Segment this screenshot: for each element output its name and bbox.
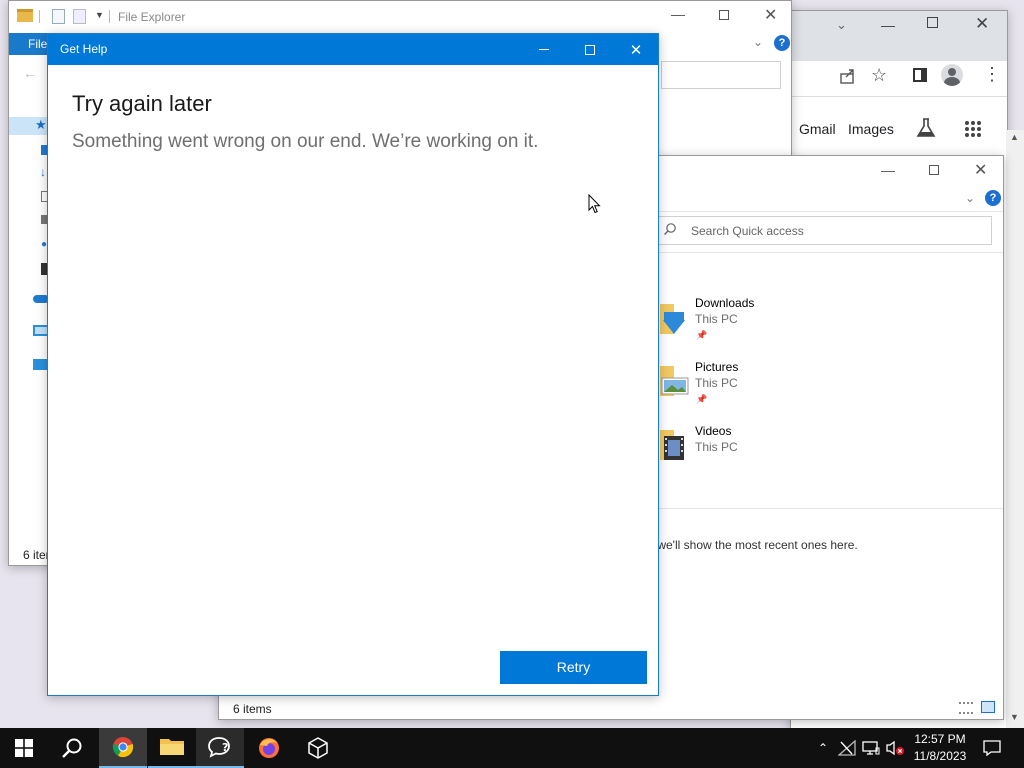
images-link[interactable]: Images <box>848 121 894 137</box>
explorer-front-status: 6 items <box>233 702 272 716</box>
explorer-back-minimize-button[interactable]: — <box>671 6 685 22</box>
display-icon[interactable] <box>860 728 882 768</box>
large-icons-view-icon[interactable] <box>981 701 995 713</box>
chrome-minimize-button[interactable]: — <box>881 17 895 33</box>
share-icon[interactable] <box>839 67 857 85</box>
firefox-taskbar-button[interactable] <box>245 728 293 768</box>
search-icon <box>62 738 82 758</box>
list-item[interactable]: Downloads This PC 📌 <box>660 296 1000 356</box>
pin-icon: 📌 <box>696 330 708 340</box>
clock-time: 12:57 PM <box>914 732 966 746</box>
chrome-toolbar <box>791 61 1007 97</box>
scroll-up-arrow-icon[interactable]: ▲ <box>1010 132 1019 142</box>
mouse-cursor-icon <box>588 194 601 214</box>
explorer-back-title: File Explorer <box>118 10 186 24</box>
chrome-menu-icon[interactable]: ⋮ <box>983 65 1001 83</box>
explorer-front-maximize-button[interactable] <box>929 165 939 175</box>
folder-icon <box>17 9 33 22</box>
clock-date: 11/8/2023 <box>913 749 967 763</box>
clock[interactable]: 12:57 PM 11/8/2023 <box>908 731 972 767</box>
explorer-back-sidebar: ★ ↓ ● <box>9 111 49 371</box>
volume-muted-icon[interactable] <box>884 728 906 768</box>
quick-access-star-icon[interactable]: ★ <box>35 117 47 133</box>
chrome-maximize-button[interactable] <box>927 17 938 28</box>
explorer-front-minimize-button[interactable]: — <box>881 162 895 178</box>
3d-viewer-taskbar-button[interactable] <box>294 728 342 768</box>
svg-text:?: ? <box>222 741 228 754</box>
get-help-window: Get Help ✕ Try again later Something wen… <box>47 33 659 696</box>
chevron-down-icon[interactable]: ⌄ <box>836 17 847 33</box>
customize-toolbar-icon[interactable]: ▼ <box>95 10 104 20</box>
search-placeholder: Search Quick access <box>691 224 804 238</box>
list-item[interactable]: Videos This PC <box>660 424 1000 484</box>
help-icon[interactable]: ? <box>774 35 790 51</box>
get-help-title: Get Help <box>60 42 108 56</box>
explorer-back-status: 6 iter <box>23 548 50 562</box>
windows-logo-icon <box>15 739 33 757</box>
item-name: Downloads <box>695 296 755 310</box>
pin-icon: 📌 <box>696 394 708 404</box>
item-location: This PC <box>695 312 738 326</box>
item-location: This PC <box>695 376 738 390</box>
explorer-back-close-button[interactable]: ✕ <box>764 5 777 25</box>
start-button[interactable] <box>0 728 48 768</box>
get-help-close-button[interactable]: ✕ <box>613 34 658 65</box>
item-name: Pictures <box>695 360 739 374</box>
search-labs-icon[interactable] <box>915 117 937 139</box>
file-tab[interactable]: File <box>9 33 51 55</box>
list-item[interactable]: Pictures This PC 📌 <box>660 360 1000 420</box>
apps-grid-icon[interactable] <box>964 120 982 138</box>
videos-folder-icon <box>660 426 688 462</box>
explorer-back-maximize-button[interactable] <box>719 10 729 20</box>
get-help-icon: ? <box>208 737 230 758</box>
bookmark-star-icon[interactable]: ☆ <box>871 65 887 86</box>
titlebar-divider <box>109 10 110 23</box>
get-help-maximize-button[interactable] <box>567 34 613 65</box>
ribbon-expand-icon[interactable]: ⌄ <box>965 191 975 205</box>
pictures-folder-icon <box>660 362 690 398</box>
taskbar: ? ⌃ 12:57 PM 11/8/2023 <box>0 728 1024 768</box>
show-hidden-icons-button[interactable]: ⌃ <box>812 728 834 768</box>
error-message: Something went wrong on our end. We’re w… <box>72 131 539 152</box>
quick-access-list: Downloads This PC 📌 Pictures This PC 📌 V… <box>660 296 1003 496</box>
cube-icon <box>308 737 328 759</box>
notification-icon <box>983 740 1001 756</box>
profile-avatar-icon[interactable] <box>941 64 963 86</box>
help-icon[interactable]: ? <box>985 190 1001 206</box>
get-help-minimize-button[interactable] <box>521 34 567 65</box>
search-quick-access-input[interactable]: Search Quick access <box>655 216 992 245</box>
back-arrow-icon[interactable]: ← <box>23 65 37 81</box>
search-button[interactable] <box>48 728 96 768</box>
explorer-front-close-button[interactable]: ✕ <box>974 160 987 180</box>
downloads-folder-icon <box>660 298 686 334</box>
chrome-close-button[interactable]: ✕ <box>975 14 989 34</box>
error-heading: Try again later <box>72 91 212 116</box>
details-view-icon[interactable] <box>959 702 973 714</box>
chrome-icon <box>112 737 134 758</box>
explorer-back-search-box[interactable] <box>661 61 781 89</box>
new-folder-icon[interactable] <box>73 9 86 24</box>
get-help-taskbar-button[interactable]: ? <box>196 728 244 768</box>
properties-icon[interactable] <box>52 9 65 24</box>
item-location: This PC <box>695 440 738 454</box>
search-icon <box>663 222 677 236</box>
side-panel-icon[interactable] <box>913 68 927 82</box>
ribbon-expand-icon[interactable]: ⌄ <box>753 35 763 49</box>
firefox-icon <box>259 738 279 758</box>
scroll-down-arrow-icon[interactable]: ▼ <box>1010 712 1019 722</box>
titlebar-divider <box>39 10 40 23</box>
recent-files-message: es, we'll show the most recent ones here… <box>638 538 858 552</box>
page-scrollbar[interactable]: ▲ ▼ <box>1006 130 1024 728</box>
action-center-button[interactable] <box>980 728 1004 768</box>
network-disconnected-icon[interactable] <box>836 728 858 768</box>
file-explorer-taskbar-button[interactable] <box>148 728 196 768</box>
downloads-icon[interactable]: ↓ <box>40 165 46 179</box>
chrome-taskbar-button[interactable] <box>99 728 147 768</box>
gmail-link[interactable]: Gmail <box>799 121 836 137</box>
item-name: Videos <box>695 424 732 438</box>
retry-button[interactable]: Retry <box>500 651 647 684</box>
folder-icon <box>160 739 184 755</box>
